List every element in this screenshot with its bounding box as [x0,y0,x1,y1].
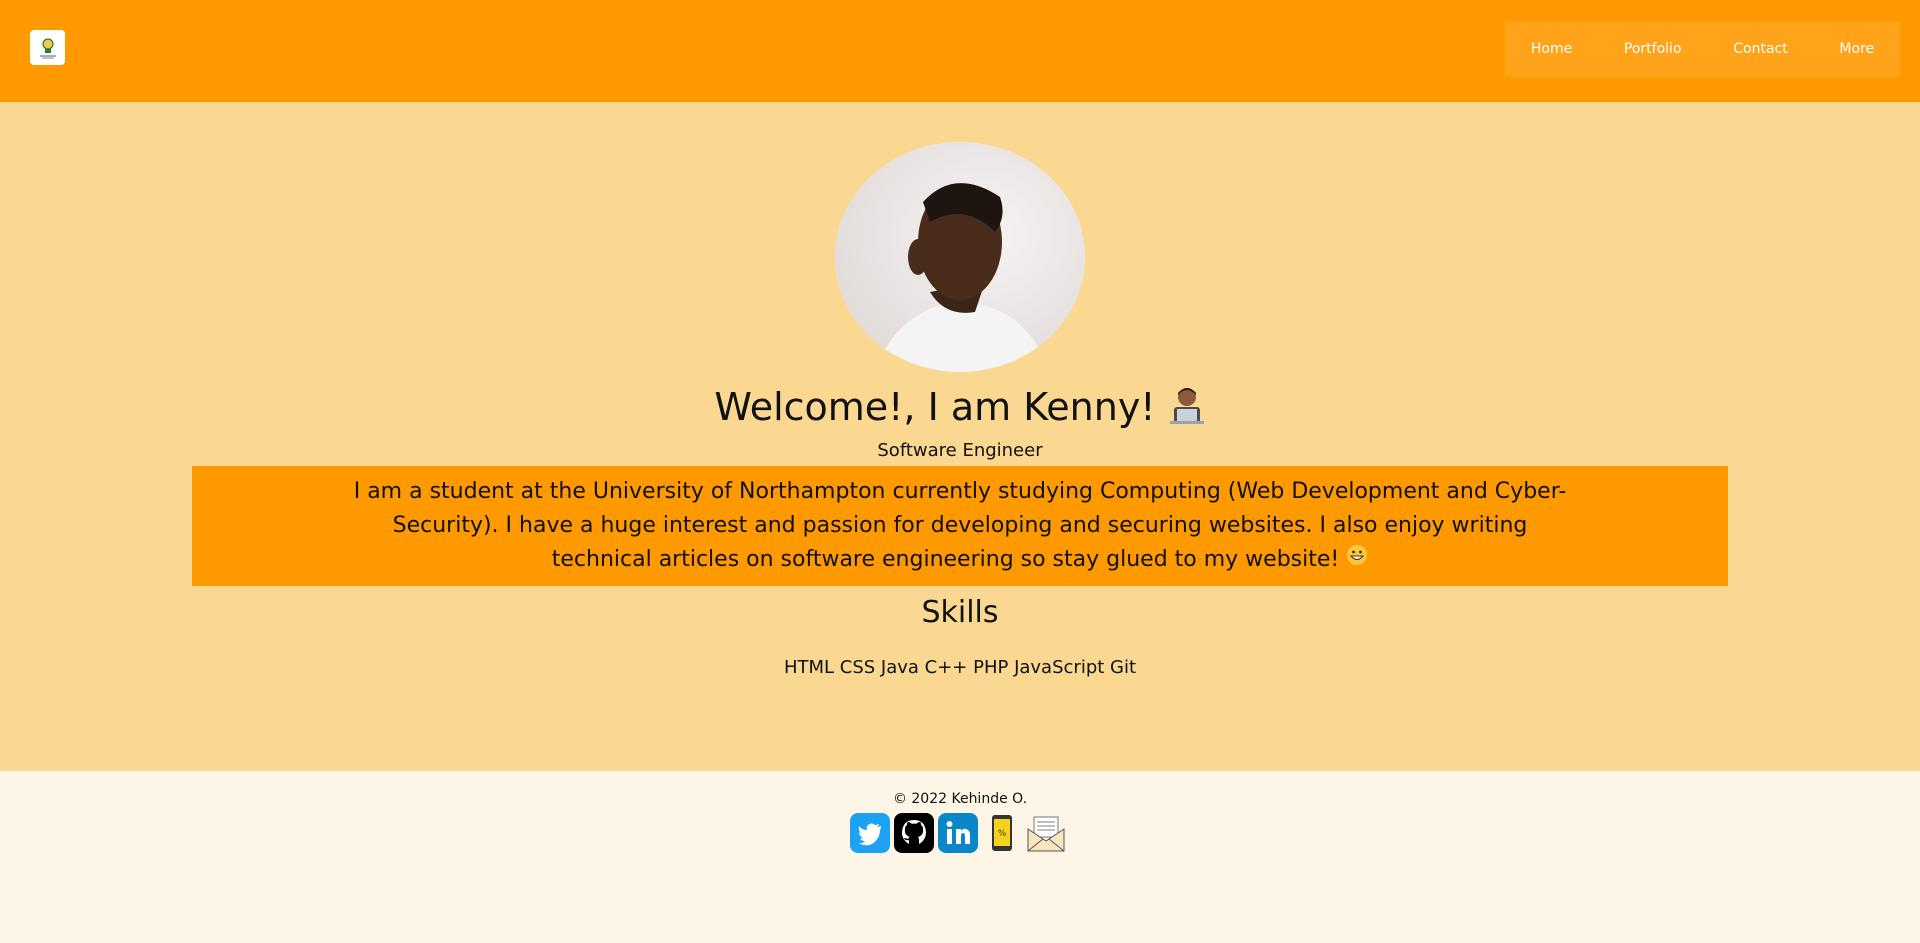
nav-home[interactable]: Home [1523,35,1580,63]
site-footer: © 2022 Kehinde O. % [0,771,1920,943]
grinning-face-emoji-icon [1346,543,1368,577]
skills-heading: Skills [921,595,999,630]
bulb-logo-icon[interactable] [30,30,65,65]
bio-box: I am a student at the University of Nort… [192,466,1728,586]
bio-text-wrapper: I am a student at the University of Nort… [340,475,1580,577]
skills-list: HTML CSS Java C++ PHP JavaScript Git [783,657,1137,678]
phone-icon[interactable]: % [982,813,1022,853]
social-links: % [850,813,1066,855]
copyright-text: © 2022 Kehinde O. [892,791,1028,807]
title-text: Welcome!, I am Kenny! [714,385,1156,429]
profile-photo [835,142,1085,372]
envelope-icon[interactable] [1026,813,1066,853]
nav-portfolio[interactable]: Portfolio [1616,35,1690,63]
site-header: Home Portfolio Contact More [0,0,1920,102]
twitter-icon[interactable] [850,813,890,853]
nav-more[interactable]: More [1831,35,1882,63]
main-nav: Home Portfolio Contact More [1505,21,1900,77]
github-icon[interactable] [894,813,934,853]
nav-contact[interactable]: Contact [1725,35,1795,63]
job-title: Software Engineer [877,440,1043,461]
bio-text: I am a student at the University of Nort… [353,479,1567,572]
technologist-emoji-icon [1168,385,1206,434]
svg-text:%: % [998,829,1007,839]
page-title: Welcome!, I am Kenny! [0,385,1920,434]
linkedin-icon[interactable] [938,813,978,853]
